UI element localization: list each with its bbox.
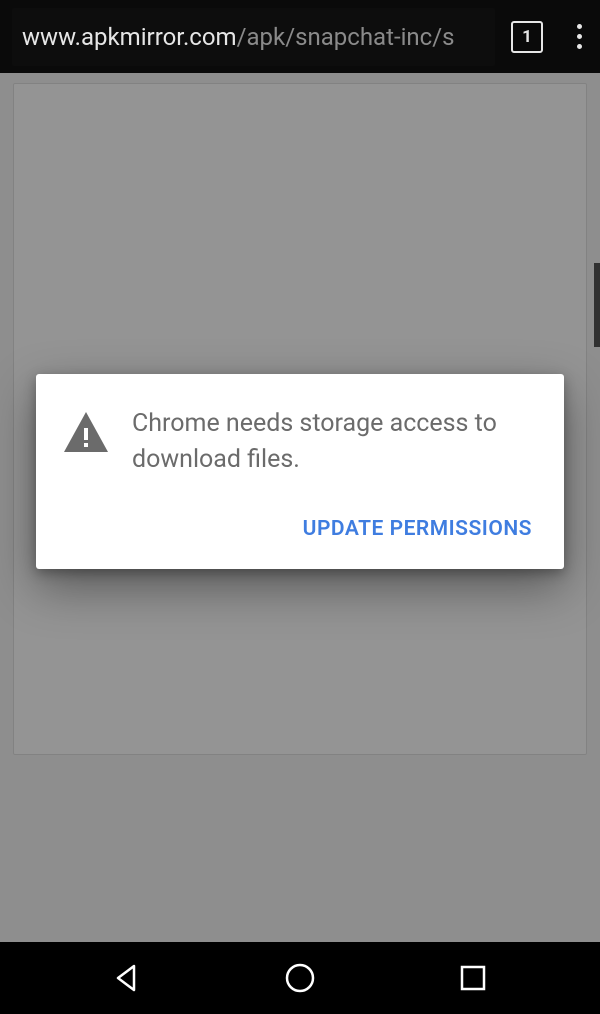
back-button[interactable] [97,948,157,1008]
url-path: /apk/snapchat-inc/s [237,23,455,51]
tab-switcher-button[interactable]: 1 [511,21,543,53]
overflow-menu-button[interactable] [571,18,588,55]
warning-icon [64,412,108,456]
home-icon [284,962,316,994]
dialog-body: Chrome needs storage access to download … [60,406,540,479]
url-domain: www.apkmirror.com [22,23,237,51]
recents-button[interactable] [443,948,503,1008]
back-icon [112,963,142,993]
android-nav-bar [0,942,600,1014]
home-button[interactable] [270,948,330,1008]
recents-icon [460,965,486,991]
permission-dialog: Chrome needs storage access to download … [36,374,564,569]
menu-dot-icon [577,24,582,29]
browser-toolbar: www.apkmirror.com/apk/snapchat-inc/s 1 [0,0,600,73]
dialog-actions: UPDATE PERMISSIONS [60,507,540,551]
menu-dot-icon [577,34,582,39]
update-permissions-button[interactable]: UPDATE PERMISSIONS [295,507,540,551]
tab-count: 1 [522,27,532,47]
menu-dot-icon [577,44,582,49]
url-bar[interactable]: www.apkmirror.com/apk/snapchat-inc/s [12,8,495,66]
dialog-message: Chrome needs storage access to download … [132,406,540,479]
url-text: www.apkmirror.com/apk/snapchat-inc/s [22,23,455,51]
